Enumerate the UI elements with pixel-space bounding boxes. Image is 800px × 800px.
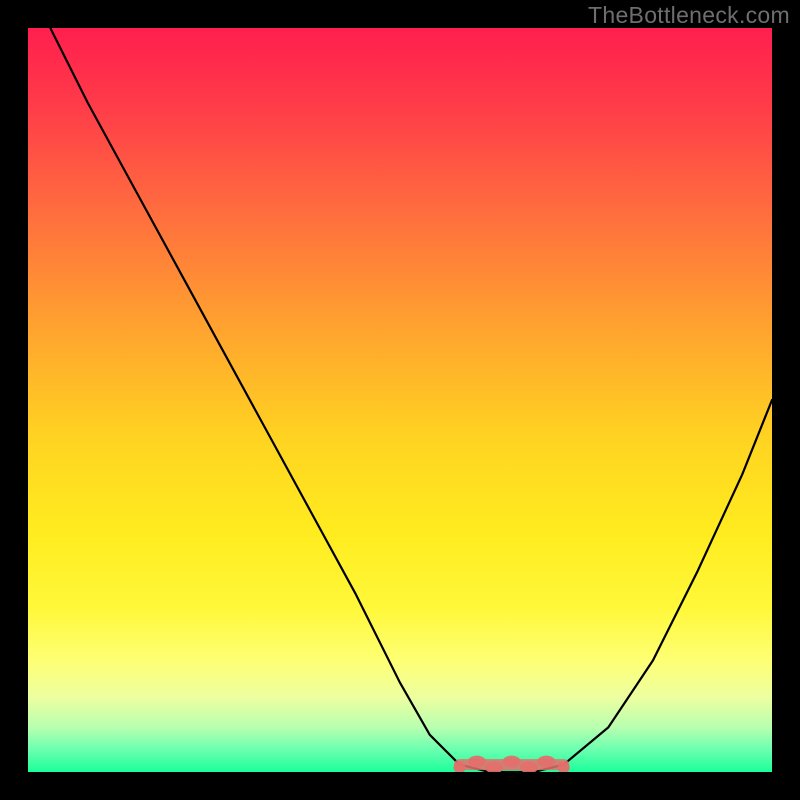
chart-plot: [28, 28, 772, 772]
outer-frame: TheBottleneck.com: [0, 0, 800, 800]
watermark-text: TheBottleneck.com: [588, 2, 790, 29]
gradient-background: [28, 28, 772, 772]
chart-svg: [28, 28, 772, 772]
